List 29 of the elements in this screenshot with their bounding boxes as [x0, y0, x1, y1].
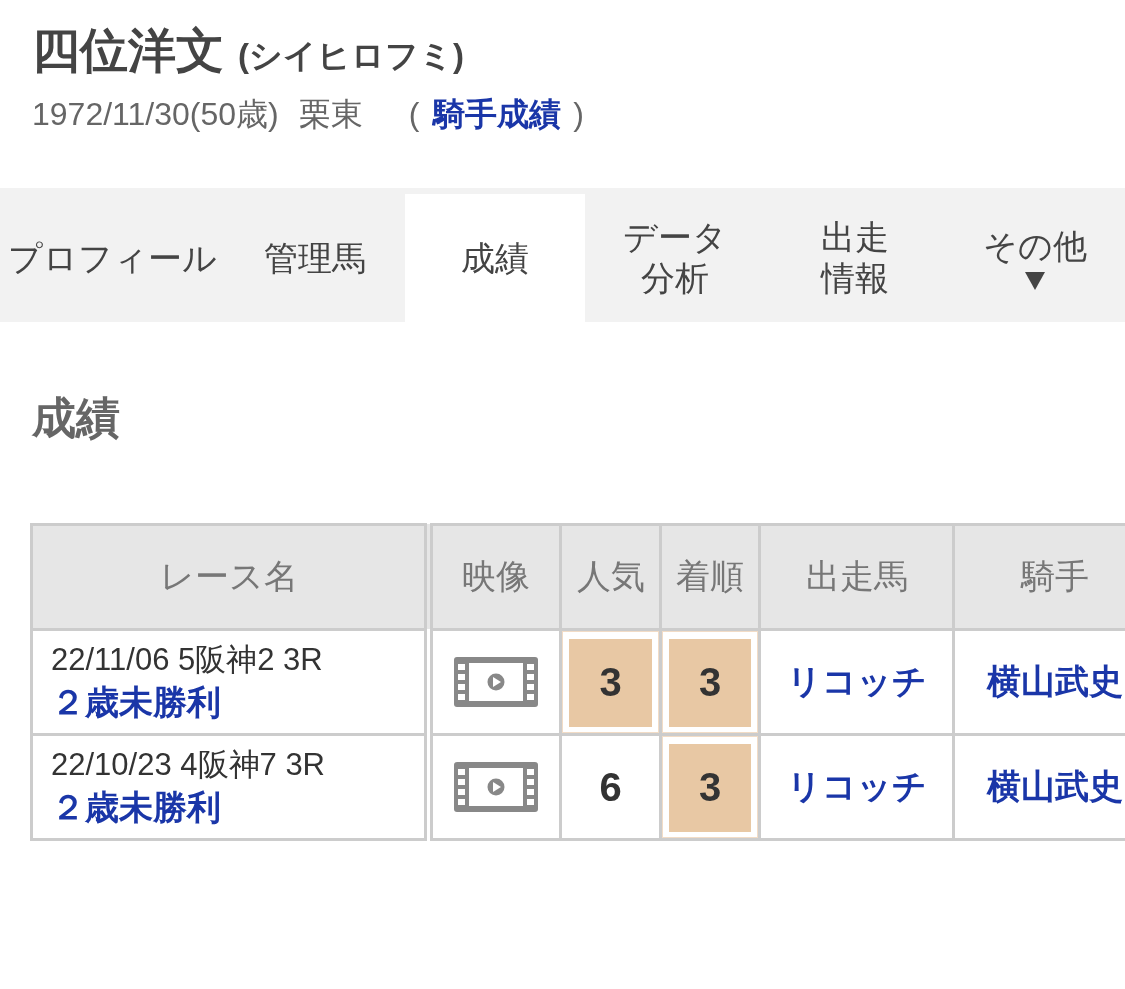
birth-date: 1972/11/30(50歳) — [32, 95, 279, 135]
person-name: 四位洋文 — [32, 23, 224, 79]
race-date-text: 22/10/23 4阪神7 3R — [51, 745, 326, 784]
column-header: 着順 — [660, 524, 760, 630]
popularity-value: 3 — [562, 630, 659, 733]
finish-position: 3 — [662, 630, 758, 733]
race-name-link[interactable]: ２歳未勝利 — [51, 679, 221, 724]
column-header: 人気 — [560, 524, 661, 630]
bracket-text: ) — [573, 95, 584, 135]
finish-position: 3 — [662, 735, 758, 838]
column-header: 出走馬 — [759, 524, 954, 630]
tab[interactable]: 管理馬 — [225, 194, 405, 322]
bracket-text: ( — [408, 95, 420, 135]
film-icon[interactable] — [454, 761, 538, 812]
race-name-link[interactable]: ２歳未勝利 — [51, 784, 221, 829]
tab[interactable]: 出走 情報 — [765, 194, 945, 322]
film-icon[interactable] — [454, 656, 538, 707]
affiliation-text: 栗東 — [298, 95, 363, 135]
column-header: 騎手 — [953, 524, 1125, 630]
tab[interactable]: 成績 — [405, 194, 585, 322]
section-title: 成績 — [32, 392, 120, 444]
column-header: 映像 — [428, 524, 561, 630]
jockey-record-link[interactable]: 騎手成績 — [433, 94, 562, 136]
tab[interactable]: その他 — [945, 194, 1125, 322]
tab[interactable]: プロフィール — [0, 194, 225, 322]
name-reading: (シイヒロフミ) — [238, 36, 464, 76]
tab[interactable]: データ 分析 — [585, 194, 765, 322]
race-date-text: 22/11/06 5阪神2 3R — [51, 640, 324, 679]
popularity-value: 6 — [598, 764, 623, 812]
